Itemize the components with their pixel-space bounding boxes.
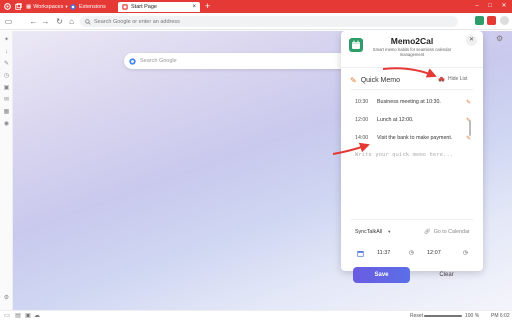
side-panel: ✦ ↓ ✎ ◷ ▣ ✉ ▦ ◉ ⚙	[0, 31, 13, 310]
search-icon	[85, 18, 91, 25]
hide-list-label: Hide List	[448, 76, 468, 82]
cloud-sync-icon[interactable]: ☁	[33, 312, 41, 320]
start-page-settings-icon[interactable]: ⚙	[496, 34, 503, 43]
save-button[interactable]: Save	[353, 267, 410, 283]
sync-option-label: SyncTalkAll	[355, 229, 383, 235]
panel-icon[interactable]: ▭	[3, 312, 11, 320]
end-time-value: 12:07	[427, 250, 441, 256]
profile-avatar[interactable]	[500, 16, 509, 25]
hide-list-button[interactable]: Hide List	[438, 76, 467, 82]
memo-time: 10:30	[355, 99, 369, 105]
google-icon	[129, 57, 136, 65]
close-popup-button[interactable]: ✕	[466, 35, 477, 46]
tab-label: Extensions	[79, 4, 106, 10]
maximize-button[interactable]: □	[484, 2, 496, 11]
mail-icon[interactable]: ✉	[3, 97, 10, 104]
title-bar: ▦ Workspaces ▾ Extensions Start Page × +…	[0, 0, 512, 13]
end-time-field[interactable]: 12:07	[427, 247, 441, 259]
workspaces-label: Workspaces	[33, 3, 64, 10]
search-placeholder: Search Google	[140, 58, 177, 64]
memo-input[interactable]: Write your quick memo here...	[355, 152, 469, 162]
address-placeholder: Search Google or enter an address	[94, 18, 180, 25]
clear-button[interactable]: Clear	[418, 267, 475, 283]
tab-start-page[interactable]: Start Page ×	[118, 2, 200, 12]
extensions-icon	[70, 4, 76, 10]
pencil-icon: ✎	[350, 76, 357, 85]
calendar-date-icon[interactable]	[357, 247, 364, 259]
memo-time: 12:00	[355, 117, 369, 123]
window-panel-icon[interactable]: ▣	[3, 85, 10, 92]
sync-target-select[interactable]: SyncTalkAll ▾	[355, 227, 393, 237]
navigation-toolbar: ▭ ← → ↻ ⌂ Search Google or enter an addr…	[0, 13, 512, 30]
panel-toggle-icon[interactable]: ▭	[4, 17, 13, 26]
vivaldi-extension-icon[interactable]	[487, 16, 496, 25]
memo-item[interactable]: 10:30 Business meeting at 10:30. ✎	[355, 96, 471, 108]
notes-icon[interactable]: ✎	[3, 61, 10, 68]
clock: PM 6:02	[491, 313, 510, 319]
workspaces-button[interactable]: ▦ Workspaces ▾	[26, 2, 68, 11]
tiling-icon[interactable]: ▤	[14, 312, 22, 320]
workspaces-icon: ▦	[26, 3, 32, 10]
bookmarks-icon[interactable]: ✦	[3, 37, 10, 44]
feeds-icon[interactable]: ◉	[3, 121, 10, 128]
start-page-search[interactable]: Search Google	[124, 53, 360, 69]
calendar-icon[interactable]: ▦	[3, 109, 10, 116]
image-icon[interactable]: ▣	[24, 312, 32, 320]
close-window-button[interactable]: ✕	[498, 2, 510, 11]
tab-extensions[interactable]: Extensions	[66, 2, 114, 12]
memo-item[interactable]: 12:00 Lunch at 12:00. ✎	[355, 114, 471, 126]
browser-menu-icon[interactable]	[3, 2, 12, 11]
time-range: 11:37 ◷ 12:07 ◷	[355, 247, 471, 259]
tab-label: Start Page	[131, 4, 157, 10]
start-page-content: ✦ ↓ ✎ ◷ ▣ ✉ ▦ ◉ ⚙ Search Google ⚙ Memo2C…	[0, 31, 512, 310]
app-title: Memo2Cal	[390, 36, 434, 46]
options-divider	[351, 219, 473, 220]
go-to-calendar-label: Go to Calendar	[433, 229, 470, 235]
start-page-icon	[122, 4, 128, 10]
memo-list-scrollbar[interactable]	[469, 120, 471, 136]
address-bar[interactable]: Search Google or enter an address	[80, 16, 458, 27]
status-bar: ▭ ▤ ▣ ☁ Reset 100 % PM 6:02	[0, 310, 512, 320]
memo-text: Business meeting at 10:30.	[377, 99, 441, 105]
edit-icon[interactable]: ✎	[466, 99, 471, 106]
back-icon[interactable]: ←	[29, 17, 38, 26]
end-clock-icon[interactable]: ◷	[463, 247, 468, 259]
go-to-calendar-link[interactable]: 🔗︎ Go to Calendar	[424, 227, 470, 237]
memo2cal-extension-icon[interactable]	[475, 16, 484, 25]
memo-item[interactable]: 14:00 Visit the bank to make payment. ✎	[355, 132, 471, 144]
start-clock-icon[interactable]: ◷	[409, 247, 414, 259]
start-time-field[interactable]: 11:37	[377, 247, 390, 259]
reset-zoom-button[interactable]: Reset	[410, 312, 423, 320]
forward-icon[interactable]: →	[41, 17, 50, 26]
chevron-down-icon: ▾	[388, 229, 391, 234]
zoom-slider[interactable]	[424, 315, 462, 317]
minimize-button[interactable]: –	[471, 2, 483, 11]
home-icon[interactable]: ⌂	[67, 17, 76, 26]
car-icon	[438, 76, 445, 82]
zoom-level: 100 %	[465, 313, 480, 319]
link-icon: 🔗︎	[424, 229, 431, 235]
quick-memo-heading: ✎ Quick Memo	[350, 76, 400, 85]
tab-close-icon[interactable]: ×	[192, 4, 196, 10]
list-divider	[351, 89, 473, 90]
new-tab-button[interactable]: +	[203, 2, 212, 11]
start-time-value: 11:37	[377, 250, 391, 256]
reload-icon[interactable]: ↻	[55, 17, 64, 26]
memo-text: Lunch at 12:00.	[377, 117, 414, 123]
memo-text: Visit the bank to make payment.	[377, 135, 453, 141]
history-icon[interactable]: ◷	[3, 73, 10, 80]
memo2cal-popup: Memo2Cal Smart memo habits for seamless …	[341, 31, 483, 283]
memo-time: 14:00	[355, 135, 369, 141]
downloads-icon[interactable]: ↓	[3, 49, 10, 56]
tab-stack-icon[interactable]	[13, 2, 23, 11]
zoom-slider-fill	[424, 315, 462, 317]
app-subtitle: Smart memo habits for seamless calendar …	[372, 47, 452, 57]
settings-icon[interactable]: ⚙	[3, 295, 10, 302]
quick-memo-label: Quick Memo	[360, 77, 400, 84]
header-divider	[341, 67, 483, 68]
